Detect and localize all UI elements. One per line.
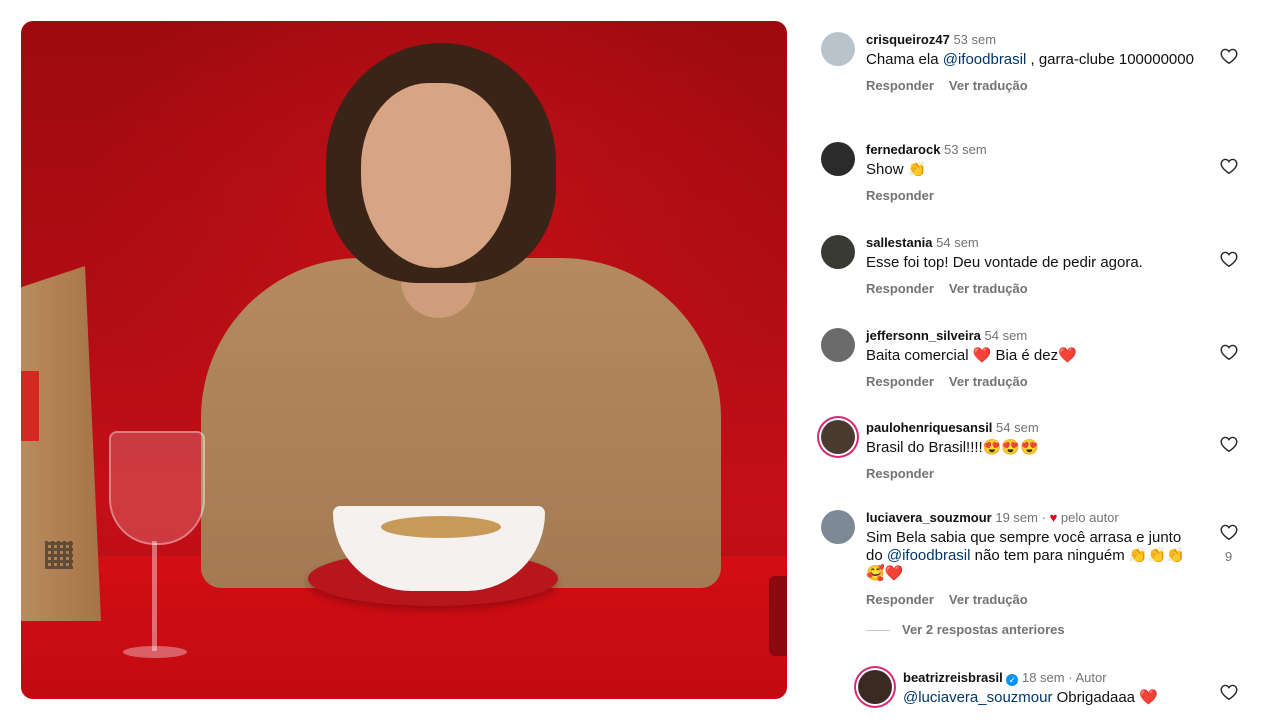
- wine-glass: [109, 431, 205, 671]
- face: [361, 83, 511, 268]
- avatar[interactable]: [821, 32, 855, 66]
- username[interactable]: luciavera_souzmour: [866, 510, 992, 525]
- view-replies-label: Ver 2 respostas anteriores: [902, 622, 1065, 637]
- glass-base: [123, 646, 187, 658]
- timestamp[interactable]: 54 sem: [985, 328, 1028, 343]
- reply-button[interactable]: Responder: [866, 78, 934, 93]
- comment-text-part: Chama ela: [866, 51, 943, 68]
- like-heart-icon[interactable]: [1219, 342, 1239, 362]
- like-heart-icon[interactable]: [1219, 156, 1239, 176]
- timestamp[interactable]: 54 sem: [936, 235, 979, 250]
- comment-text: Brasil do Brasil!!!!😍😍😍: [866, 439, 1039, 456]
- view-replies-button[interactable]: Ver 2 respostas anteriores: [866, 622, 1065, 637]
- reply-button[interactable]: Responder: [866, 466, 934, 481]
- timestamp[interactable]: 19 sem: [995, 510, 1038, 525]
- username[interactable]: jeffersonn_silveira: [866, 328, 981, 343]
- author-liked-heart-icon: ♥: [1049, 510, 1058, 525]
- like-count[interactable]: 9: [1225, 549, 1232, 564]
- verified-badge-icon: ✓: [1006, 674, 1019, 686]
- reply-button[interactable]: Responder: [866, 188, 934, 203]
- avatar[interactable]: [821, 328, 855, 362]
- mention-link[interactable]: @ifoodbrasil: [943, 51, 1027, 68]
- reply-button[interactable]: Responder: [866, 374, 934, 389]
- timestamp[interactable]: 18 sem: [1022, 670, 1065, 685]
- translate-button[interactable]: Ver tradução: [949, 374, 1028, 389]
- username[interactable]: sallestania: [866, 235, 933, 250]
- username[interactable]: crisqueiroz47: [866, 32, 950, 47]
- reply-button[interactable]: Responder: [866, 281, 934, 296]
- qr-code: [45, 541, 73, 569]
- like-heart-icon[interactable]: [1219, 46, 1239, 66]
- glass-bowl: [109, 431, 205, 545]
- username[interactable]: paulohenriquesansil: [866, 420, 992, 435]
- mention-link[interactable]: @luciavera_souzmour: [903, 689, 1052, 706]
- like-heart-icon[interactable]: [1219, 522, 1239, 542]
- author-badge: Autor: [1075, 670, 1107, 685]
- timestamp[interactable]: 53 sem: [953, 32, 996, 47]
- pasta: [381, 516, 501, 538]
- avatar[interactable]: [821, 510, 855, 544]
- username[interactable]: beatrizreisbrasil: [903, 670, 1003, 685]
- reply-line: [866, 630, 890, 632]
- mention-link[interactable]: @ifoodbrasil: [887, 547, 971, 564]
- comment-text: Sim Bela sabia que sempre você arrasa e …: [866, 529, 1201, 583]
- comment-text: @luciavera_souzmour Obrigadaaa ❤️: [903, 689, 1203, 707]
- timestamp[interactable]: 53 sem: [944, 142, 987, 157]
- like-heart-icon[interactable]: [1219, 434, 1239, 454]
- comment-text-part: , garra-clube 100000000: [1026, 51, 1194, 68]
- bag-stripe: [21, 371, 39, 441]
- dot-separator: ·: [1068, 670, 1073, 685]
- avatar[interactable]: [821, 142, 855, 176]
- timestamp[interactable]: 54 sem: [996, 420, 1039, 435]
- comment-text: Baita comercial ❤️ Bia é dez❤️: [866, 347, 1077, 364]
- red-cup: [769, 576, 787, 656]
- comment-text: Esse foi top! Deu vontade de pedir agora…: [866, 254, 1143, 271]
- glass-stem: [152, 541, 157, 651]
- post-media[interactable]: [21, 21, 787, 699]
- translate-button[interactable]: Ver tradução: [949, 281, 1028, 296]
- comment-text: Show 👏: [866, 161, 927, 178]
- comment-text: Chama ela @ifoodbrasil , garra-clube 100…: [866, 51, 1201, 69]
- comment-text-part: Obrigadaaa ❤️: [1052, 689, 1158, 706]
- avatar[interactable]: [821, 420, 855, 454]
- liked-by-author-label: pelo autor: [1060, 510, 1119, 525]
- avatar[interactable]: [858, 670, 892, 704]
- username[interactable]: fernedarock: [866, 142, 940, 157]
- translate-button[interactable]: Ver tradução: [949, 78, 1028, 93]
- comments-panel: crisqueiroz47 53 sem Chama ela @ifoodbra…: [805, 0, 1280, 720]
- avatar[interactable]: [821, 235, 855, 269]
- translate-button[interactable]: Ver tradução: [949, 592, 1028, 607]
- like-heart-icon[interactable]: [1219, 682, 1239, 702]
- like-heart-icon[interactable]: [1219, 249, 1239, 269]
- dot-separator: ·: [1041, 510, 1046, 525]
- reply-button[interactable]: Responder: [866, 592, 934, 607]
